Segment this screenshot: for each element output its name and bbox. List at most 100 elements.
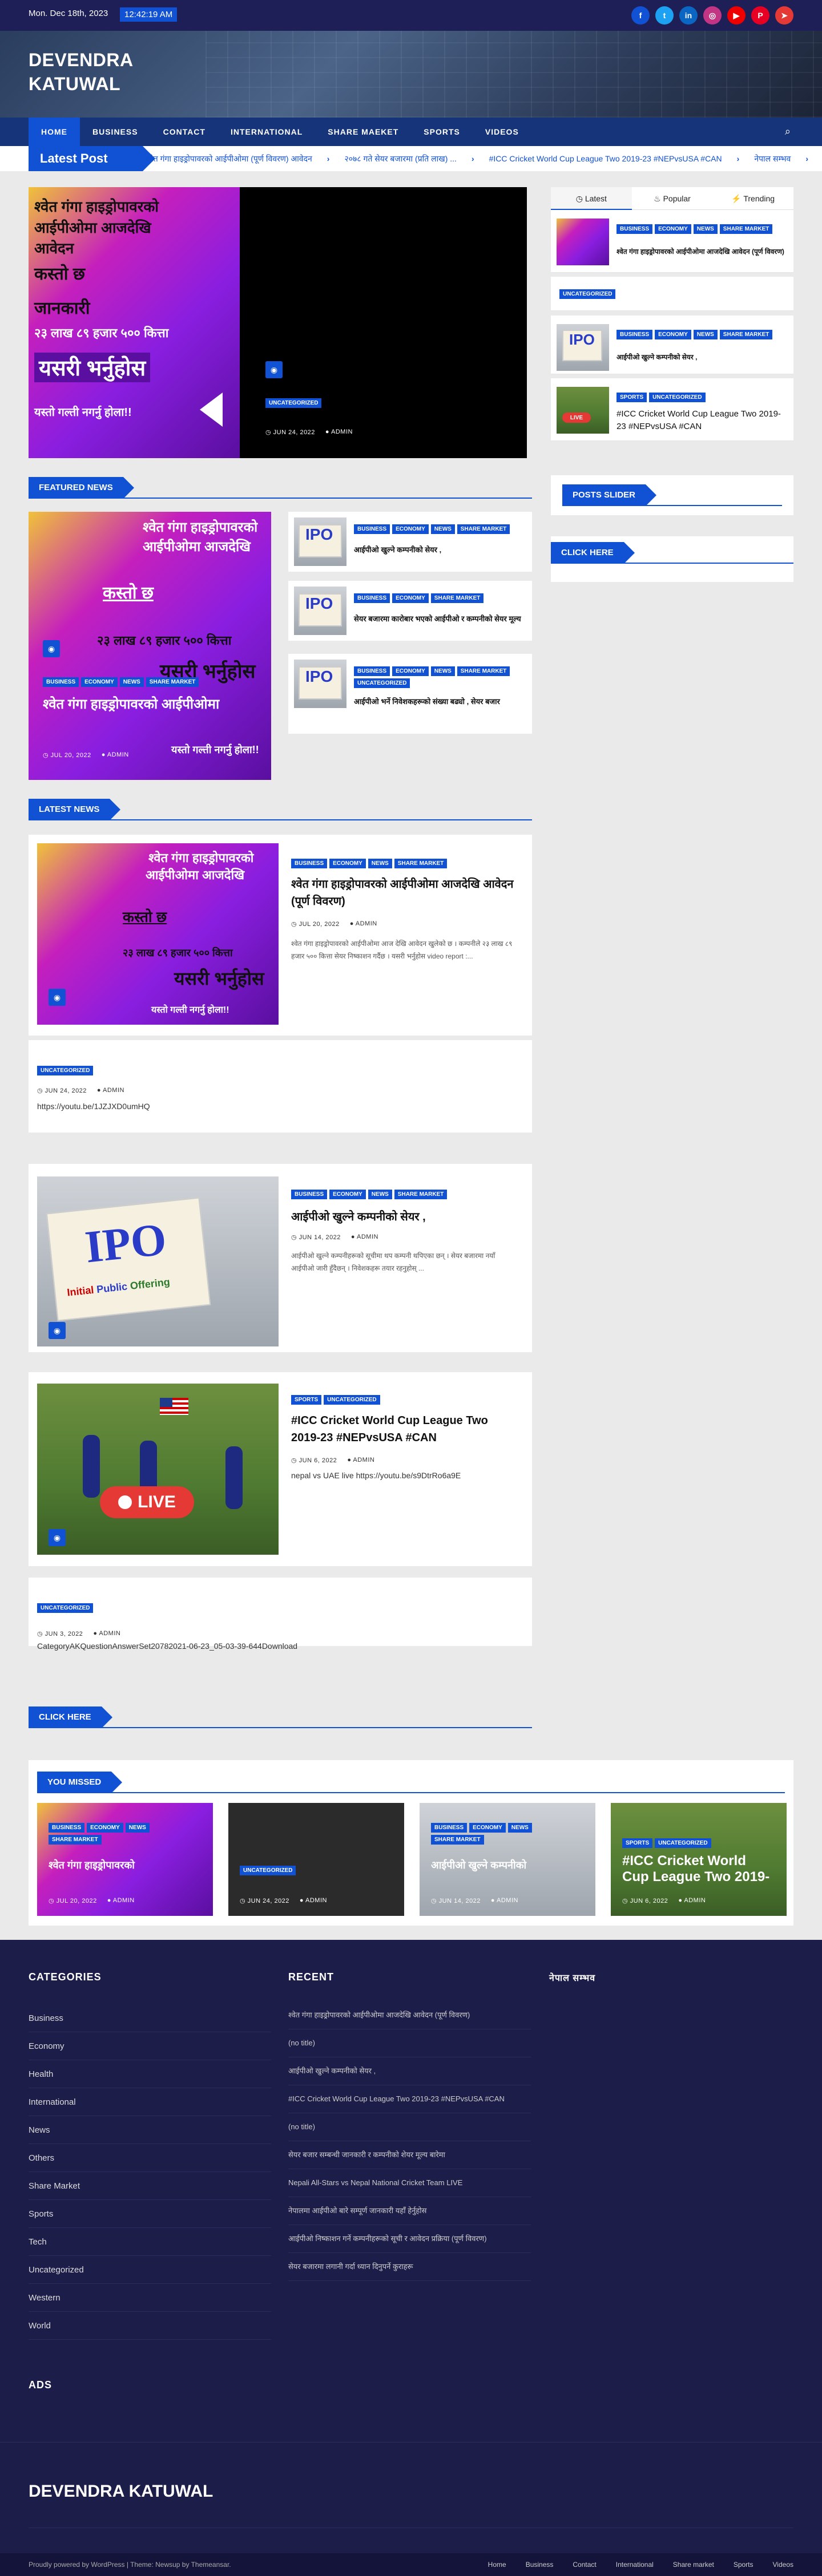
telegram-icon[interactable]: ➤ (775, 6, 793, 25)
post-author[interactable]: ● ADMIN (300, 1897, 327, 1904)
post-author[interactable]: ● ADMIN (107, 1897, 135, 1904)
category-badge[interactable]: UNCATEGORIZED (559, 289, 616, 299)
ticker-item[interactable]: #ICC Cricket World Cup League Two 2019-2… (489, 154, 722, 163)
post-title[interactable]: श्वेत गंगा हाइड्रोपावरको आईपीओमा आजदेखि … (291, 876, 519, 910)
facebook-icon[interactable]: f (631, 6, 650, 25)
category-badge[interactable]: BUSINESS (291, 1190, 328, 1199)
category-badge[interactable]: ECONOMY (392, 666, 429, 676)
missed-post[interactable]: BUSINESS ECONOMY NEWS SHARE MARKET आईपीओ खुल… (420, 1803, 595, 1916)
category-badge[interactable]: UNCATEGORIZED (265, 398, 322, 408)
category-badge[interactable]: ECONOMY (329, 1190, 366, 1199)
category-badge[interactable]: SHARE MARKET (394, 1190, 448, 1199)
category-badge[interactable]: BUSINESS (616, 224, 653, 234)
category-badge[interactable]: ECONOMY (655, 224, 691, 234)
nav-item-videos[interactable]: VIDEOS (473, 118, 531, 146)
category-badge[interactable]: NEWS (693, 224, 718, 234)
category-badge[interactable]: NEWS (368, 859, 392, 868)
youtube-icon[interactable]: ▶ (727, 6, 746, 25)
post-author[interactable]: ● ADMIN (350, 920, 377, 928)
post-author[interactable]: ● ADMIN (347, 1457, 374, 1464)
category-badge[interactable]: UNCATEGORIZED (354, 678, 410, 688)
footer-recent-post[interactable]: सेयर बजारमा लगानी गर्दा ध्यान दिनुपर्ने … (288, 2253, 531, 2281)
pinterest-icon[interactable]: P (751, 6, 769, 25)
category-badge[interactable]: ECONOMY (469, 1823, 506, 1833)
ticker-item[interactable]: श्वेत गंगा हाइड्रोपावरको आईपीओमा (पूर्ण … (146, 153, 312, 164)
footer-category[interactable]: Share Market (29, 2172, 271, 2200)
category-badge[interactable]: NEWS (368, 1190, 392, 1199)
category-badge[interactable]: ECONOMY (392, 593, 429, 603)
missed-post[interactable]: UNCATEGORIZED ◷ JUN 24, 2022 ● ADMIN (228, 1803, 404, 1916)
missed-post[interactable]: BUSINESS ECONOMY NEWS SHARE MARKET श्वेत गंग… (37, 1803, 213, 1916)
post-author[interactable]: ● ADMIN (491, 1897, 518, 1904)
category-badge[interactable]: NEWS (119, 677, 144, 687)
category-badge[interactable]: UNCATEGORIZED (37, 1603, 94, 1613)
footer-recent-post[interactable]: (no title) (288, 2029, 531, 2057)
footer-category[interactable]: Uncategorized (29, 2256, 271, 2284)
category-badge[interactable]: NEWS (430, 666, 455, 676)
sidebar-post-title[interactable]: #ICC Cricket World Cup League Two 2019-2… (616, 408, 787, 433)
footer-link-home[interactable]: Home (488, 2561, 506, 2569)
hero-main-image[interactable]: श्वेत गंगा हाइड्रोपावरको आईपीओमा आजदेखि … (29, 187, 240, 458)
footer-category[interactable]: World (29, 2312, 271, 2340)
category-badge[interactable]: UNCATEGORIZED (655, 1838, 711, 1848)
category-badge[interactable]: NEWS (125, 1823, 150, 1833)
nav-item-home[interactable]: HOME (29, 118, 80, 146)
category-badge[interactable]: NEWS (430, 524, 455, 534)
missed-post-title[interactable]: श्वेत गंगा हाइड्रोपावरको (49, 1857, 203, 1873)
post-title[interactable]: आईपीओ खुल्ने कम्पनीको सेयर , (291, 1208, 519, 1224)
ticker-item[interactable]: २०७८ गते सेयर बजारमा (प्रति लाख) ... (344, 153, 457, 164)
category-badge[interactable]: SPORTS (291, 1395, 322, 1405)
nav-item-sports[interactable]: SPORTS (411, 118, 473, 146)
nav-item-share-maeket[interactable]: SHARE MAEKET (315, 118, 411, 146)
nav-item-contact[interactable]: CONTACT (151, 118, 218, 146)
footer-recent-post[interactable]: आईपीओ निष्काशन गर्ने कम्पनीहरूको सूची र … (288, 2225, 531, 2253)
footer-recent-post[interactable]: सेयर बजार सम्बन्धी जानकारी र कम्पनीको शे… (288, 2141, 531, 2169)
category-badge[interactable]: BUSINESS (49, 1823, 85, 1833)
category-badge[interactable]: NEWS (693, 330, 718, 339)
post-thumbnail[interactable]: IPO (294, 660, 346, 708)
category-badge[interactable]: UNCATEGORIZED (649, 393, 706, 402)
post-title[interactable]: #ICC Cricket World Cup League Two 2019-2… (291, 1412, 519, 1446)
category-badge[interactable]: UNCATEGORIZED (37, 1066, 94, 1075)
instagram-icon[interactable]: ◎ (703, 6, 722, 25)
post-excerpt[interactable]: https://youtu.be/1JZJXD0umHQ (37, 1100, 150, 1113)
nav-item-business[interactable]: BUSINESS (80, 118, 151, 146)
nav-item-international[interactable]: INTERNATIONAL (218, 118, 315, 146)
post-author[interactable]: ● ADMIN (351, 1234, 378, 1241)
featured-main-post[interactable]: श्वेत गंगा हाइड्रोपावरको आईपीओमा आजदेखि … (29, 512, 271, 780)
footer-category[interactable]: Health (29, 2060, 271, 2088)
category-badge[interactable]: UNCATEGORIZED (240, 1866, 296, 1875)
post-thumbnail[interactable]: IPO (294, 587, 346, 635)
category-badge[interactable]: SHARE MARKET (394, 859, 448, 868)
footer-link-share-market[interactable]: Share market (673, 2561, 714, 2569)
post-thumbnail[interactable] (557, 219, 609, 265)
footer-category[interactable]: News (29, 2116, 271, 2144)
footer-category[interactable]: Others (29, 2144, 271, 2172)
featured-side-title[interactable]: आईपीओ भर्ने निवेशकहरूको संख्या बढ्यो , स… (354, 695, 525, 709)
footer-recent-post[interactable]: श्वेत गंगा हाइड्रोपावरको आईपीओमा आजदेखि … (288, 2001, 531, 2029)
sidebar-post-title[interactable]: श्वेत गंगा हाइड्रोपावरको आईपीओमा आजदेखि … (616, 245, 787, 258)
category-badge[interactable]: UNCATEGORIZED (324, 1395, 380, 1405)
sidebar-click-here[interactable]: CLICK HERE (551, 542, 635, 564)
sidebar-post-title[interactable]: आईपीओ खुल्ने कम्पनीको सेयर , (616, 351, 787, 363)
footer-recent-post[interactable]: आईपीओ खुल्ने कम्पनीको सेयर , (288, 2057, 531, 2085)
post-thumbnail[interactable]: श्वेत गंगा हाइड्रोपावरको आईपीओमा आजदेखि … (37, 843, 279, 1025)
post-thumbnail[interactable]: IPO Initial Public Offering ◉ (37, 1176, 279, 1346)
footer-recent-post[interactable]: #ICC Cricket World Cup League Two 2019-2… (288, 2085, 531, 2113)
footer-category[interactable]: International (29, 2088, 271, 2116)
tab-popular[interactable]: ♨ Popular (631, 187, 713, 210)
footer-category[interactable]: Sports (29, 2200, 271, 2228)
category-badge[interactable]: BUSINESS (354, 666, 390, 676)
tab-latest[interactable]: ◷ Latest (551, 187, 632, 210)
hero-second-post[interactable]: ◉ UNCATEGORIZED ◷ JUN 24, 2022 ● ADMIN (240, 187, 527, 458)
category-badge[interactable]: SHARE MARKET (457, 666, 510, 676)
missed-post[interactable]: SPORTS UNCATEGORIZED #ICC Cricket World Cu… (611, 1803, 787, 1916)
category-badge[interactable]: SHARE MARKET (49, 1835, 102, 1845)
category-badge[interactable]: SHARE MARKET (457, 524, 510, 534)
category-badge[interactable]: SPORTS (622, 1838, 653, 1848)
footer-category[interactable]: Economy (29, 2032, 271, 2060)
category-badge[interactable]: SPORTS (616, 393, 647, 402)
missed-post-title[interactable]: #ICC Cricket World Cup League Two 2019- (622, 1853, 776, 1885)
category-badge[interactable]: BUSINESS (43, 677, 79, 687)
category-badge[interactable]: SHARE MARKET (719, 330, 773, 339)
